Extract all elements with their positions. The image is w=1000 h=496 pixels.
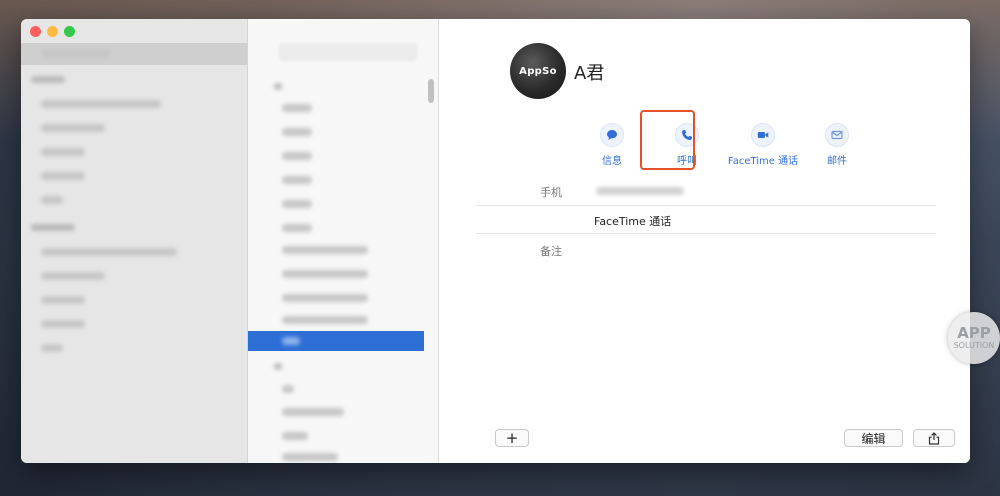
list-item[interactable] (282, 270, 368, 278)
message-icon (600, 123, 624, 147)
video-icon (751, 123, 775, 147)
list-section-header (274, 83, 282, 90)
list-item[interactable] (282, 432, 308, 440)
sidebar-section-icloud (31, 76, 65, 83)
share-button[interactable] (913, 429, 955, 447)
mobile-value[interactable] (596, 187, 684, 195)
message-button[interactable]: 信息 (600, 123, 624, 167)
list-item[interactable] (282, 453, 338, 461)
list-item[interactable] (282, 104, 312, 112)
share-icon (928, 431, 940, 445)
sidebar-item-all-contacts[interactable] (21, 43, 247, 65)
list-item[interactable] (282, 385, 294, 393)
sidebar-item[interactable] (41, 248, 177, 256)
sidebar-item[interactable] (41, 344, 63, 352)
divider (476, 233, 936, 234)
search-input[interactable] (278, 43, 418, 61)
list-section-header (274, 363, 282, 370)
facetime-value[interactable]: FaceTime 通话 (594, 213, 671, 229)
sidebar-item[interactable] (41, 172, 85, 180)
mail-icon (825, 123, 849, 147)
list-item[interactable] (282, 294, 368, 302)
list-item[interactable] (282, 176, 312, 184)
facetime-label: FaceTime 通话 (727, 156, 799, 167)
add-button[interactable]: + (495, 429, 529, 447)
facetime-button[interactable]: FaceTime 通话 (727, 123, 799, 167)
avatar[interactable]: AppSo (510, 43, 566, 99)
window-controls (30, 26, 75, 37)
contacts-window: AppSo A君 信息 呼叫 FaceTime 通话 邮件 手机 FaceTim… (21, 19, 970, 463)
sidebar-item[interactable] (41, 296, 85, 304)
list-item[interactable] (282, 224, 312, 232)
minimize-window-button[interactable] (47, 26, 58, 37)
sidebar-item[interactable] (41, 272, 105, 280)
sidebar-item[interactable] (41, 148, 85, 156)
list-item[interactable] (282, 246, 368, 254)
zoom-window-button[interactable] (64, 26, 75, 37)
notes-label: 备注 (540, 245, 562, 258)
message-label: 信息 (602, 156, 622, 167)
divider (476, 205, 936, 206)
list-item-selected[interactable] (248, 331, 424, 351)
sidebar-item[interactable] (41, 320, 85, 328)
list-item[interactable] (282, 152, 312, 160)
call-highlight-box (640, 110, 695, 170)
list-item[interactable] (282, 408, 344, 416)
edit-button[interactable]: 编辑 (844, 429, 903, 447)
contact-detail: AppSo A君 信息 呼叫 FaceTime 通话 邮件 手机 FaceTim… (439, 19, 970, 463)
list-item[interactable] (282, 128, 312, 136)
list-item[interactable] (282, 316, 368, 324)
sidebar-item[interactable] (41, 100, 161, 108)
contact-list (248, 19, 439, 463)
app-solution-watermark: APP SOLUTION (948, 312, 1000, 364)
groups-sidebar (21, 19, 248, 463)
mobile-label: 手机 (540, 186, 562, 199)
close-window-button[interactable] (30, 26, 41, 37)
contact-name: A君 (574, 63, 605, 84)
list-item[interactable] (282, 200, 312, 208)
avatar-text: AppSo (519, 65, 557, 77)
sidebar-item[interactable] (41, 124, 105, 132)
mail-button[interactable]: 邮件 (825, 123, 849, 167)
watermark-line1: APP (957, 324, 991, 342)
list-scrollbar[interactable] (428, 79, 434, 103)
contact-actions: 信息 呼叫 FaceTime 通话 邮件 (439, 123, 970, 173)
mail-label: 邮件 (827, 156, 847, 167)
watermark-line2: SOLUTION (953, 341, 995, 350)
sidebar-section-mac (31, 224, 75, 231)
sidebar-item[interactable] (41, 196, 63, 204)
